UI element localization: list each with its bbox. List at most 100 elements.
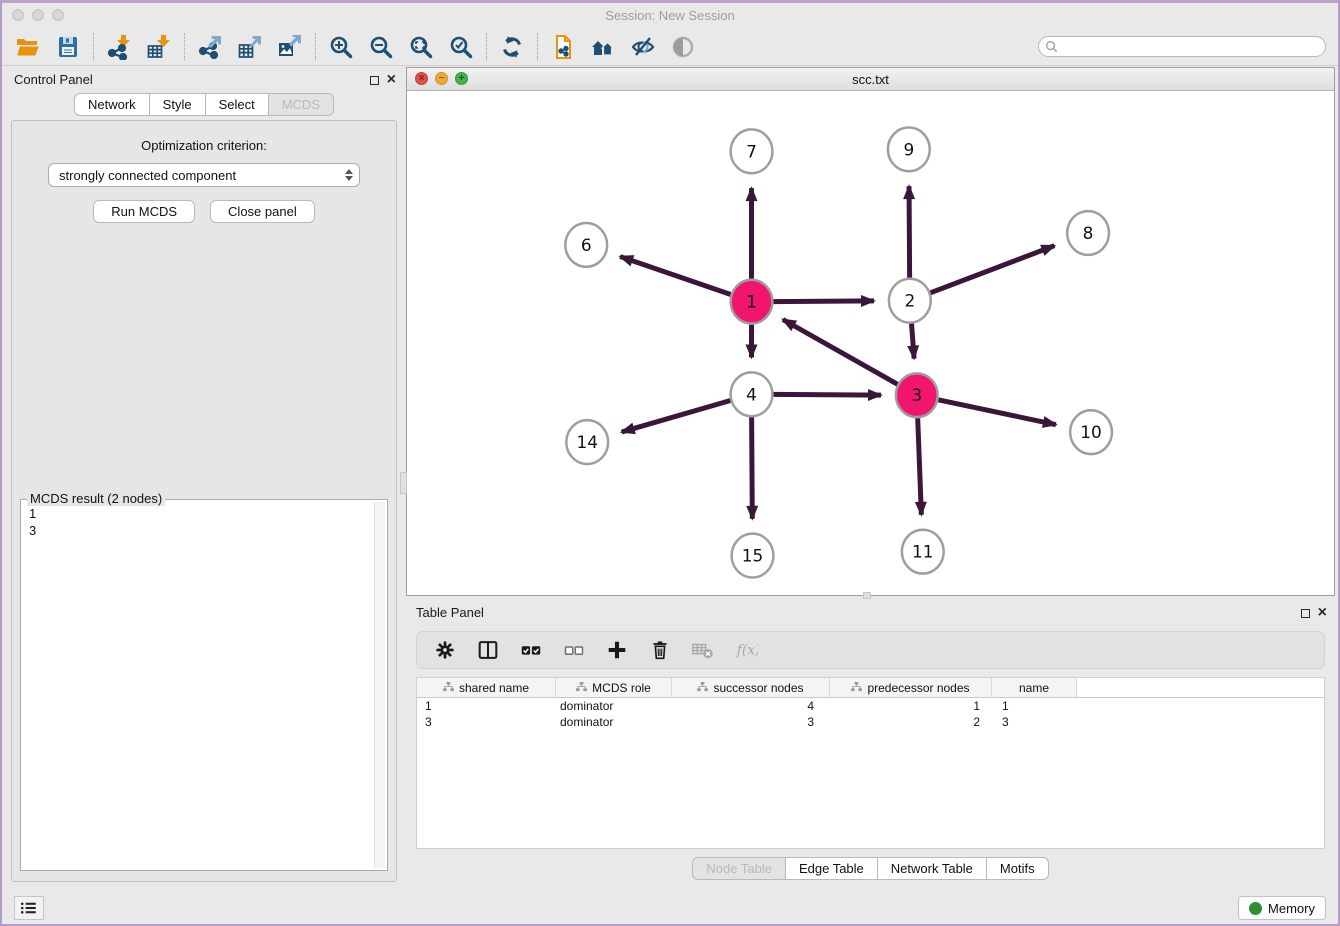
table-cell[interactable]: 3 xyxy=(992,714,1077,730)
save-session-icon[interactable] xyxy=(54,33,82,61)
table-cell[interactable]: 2 xyxy=(830,714,992,730)
close-window-icon[interactable] xyxy=(12,9,24,21)
column-header-predecessor-nodes[interactable]: predecessor nodes xyxy=(830,678,992,697)
network-maximize-icon[interactable]: + xyxy=(455,72,468,85)
zoom-selected-icon[interactable] xyxy=(447,33,475,61)
result-scrollbar[interactable] xyxy=(374,502,385,868)
edge-3-1[interactable] xyxy=(783,320,898,385)
select-all-icon[interactable] xyxy=(518,637,544,663)
table-tab-network-table[interactable]: Network Table xyxy=(877,857,987,880)
float-panel-icon[interactable] xyxy=(370,76,379,85)
graph-node-3[interactable]: 3 xyxy=(896,373,938,417)
edge-3-10[interactable] xyxy=(938,400,1056,425)
tab-network[interactable]: Network xyxy=(74,93,150,116)
table-cell[interactable]: 1 xyxy=(417,698,556,714)
edge-3-11[interactable] xyxy=(918,418,922,515)
table-cell[interactable]: 4 xyxy=(672,698,830,714)
graph-node-4[interactable]: 4 xyxy=(731,372,773,416)
graph-node-11[interactable]: 11 xyxy=(902,530,944,574)
column-header-successor-nodes[interactable]: successor nodes xyxy=(672,678,830,697)
run-mcds-button[interactable]: Run MCDS xyxy=(93,200,195,223)
export-image-icon[interactable] xyxy=(276,33,304,61)
network-graph[interactable]: 1 2 3 4 6 7 8 9 10 11 14 15 xyxy=(407,92,1334,595)
delete-column-icon[interactable] xyxy=(647,637,673,663)
task-history-button[interactable] xyxy=(14,896,44,920)
table-row[interactable]: 3dominator323 xyxy=(417,714,1324,730)
graph-node-14[interactable]: 14 xyxy=(566,420,608,464)
graph-node-9[interactable]: 9 xyxy=(888,127,930,171)
table-cell[interactable]: dominator xyxy=(556,714,672,730)
duplicate-network-icon[interactable] xyxy=(549,33,577,61)
svg-text:7: 7 xyxy=(746,141,757,161)
table-toolbar: f(x) xyxy=(416,631,1325,669)
table-cell[interactable]: 3 xyxy=(417,714,556,730)
network-minimize-icon[interactable]: − xyxy=(435,72,448,85)
import-network-icon[interactable] xyxy=(105,33,133,61)
window-traffic-lights[interactable] xyxy=(12,9,64,21)
edge-4-14[interactable] xyxy=(622,400,731,432)
close-table-panel-icon[interactable]: × xyxy=(1318,608,1327,618)
table-cell[interactable]: 1 xyxy=(992,698,1077,714)
column-header-MCDS-role[interactable]: MCDS role xyxy=(556,678,672,697)
table-cell[interactable]: 1 xyxy=(830,698,992,714)
maximize-window-icon[interactable] xyxy=(52,9,64,21)
app-title: Session: New Session xyxy=(2,3,1338,28)
search-input[interactable] xyxy=(1038,36,1326,57)
mcds-result-text[interactable]: 1 3 xyxy=(24,503,373,867)
table-tab-motifs[interactable]: Motifs xyxy=(986,857,1049,880)
memory-button[interactable]: Memory xyxy=(1238,896,1326,920)
memory-label: Memory xyxy=(1268,901,1315,916)
edge-1-6[interactable] xyxy=(620,257,731,295)
splitter-grip-vertical[interactable] xyxy=(400,472,407,494)
tab-style[interactable]: Style xyxy=(149,93,206,116)
table-cell[interactable]: 3 xyxy=(672,714,830,730)
graph-node-1[interactable]: 1 xyxy=(731,280,773,324)
table-row[interactable]: 1dominator411 xyxy=(417,698,1324,714)
table-cell[interactable]: dominator xyxy=(556,698,672,714)
import-table-icon[interactable] xyxy=(145,33,173,61)
minimize-window-icon[interactable] xyxy=(32,9,44,21)
first-neighbors-icon[interactable] xyxy=(589,33,617,61)
edge-4-3[interactable] xyxy=(773,394,881,395)
column-header-name[interactable]: name xyxy=(992,678,1077,697)
export-network-icon[interactable] xyxy=(196,33,224,61)
hide-selected-icon[interactable] xyxy=(629,33,657,61)
tab-select[interactable]: Select xyxy=(205,93,269,116)
close-panel-icon[interactable]: × xyxy=(387,75,396,85)
tab-mcds[interactable]: MCDS xyxy=(268,93,334,116)
graph-node-6[interactable]: 6 xyxy=(565,223,607,267)
graph-node-7[interactable]: 7 xyxy=(731,129,773,173)
edge-2-8[interactable] xyxy=(930,246,1054,293)
graph-node-8[interactable]: 8 xyxy=(1067,211,1109,255)
deselect-all-icon[interactable] xyxy=(561,637,587,663)
graph-node-10[interactable]: 10 xyxy=(1070,410,1112,454)
optimization-criterion-select[interactable]: strongly connected component xyxy=(48,163,360,187)
split-view-icon[interactable] xyxy=(475,637,501,663)
tree-icon xyxy=(576,681,587,695)
graph-node-15[interactable]: 15 xyxy=(732,534,774,578)
column-header-shared-name[interactable]: shared name xyxy=(417,678,556,697)
edge-4-15[interactable] xyxy=(752,417,753,519)
graph-node-2[interactable]: 2 xyxy=(889,279,931,323)
show-hidden-icon[interactable] xyxy=(669,33,697,61)
open-session-icon[interactable] xyxy=(14,33,42,61)
network-canvas[interactable]: 1 2 3 4 6 7 8 9 10 11 14 15 xyxy=(407,92,1334,595)
table-tab-node-table[interactable]: Node Table xyxy=(692,857,786,880)
network-window-titlebar[interactable]: × − + scc.txt xyxy=(407,68,1334,91)
table-tab-edge-table[interactable]: Edge Table xyxy=(785,857,878,880)
edge-2-9[interactable] xyxy=(909,186,910,278)
float-table-panel-icon[interactable] xyxy=(1301,609,1310,618)
add-column-icon[interactable] xyxy=(604,637,630,663)
zoom-in-icon[interactable] xyxy=(327,33,355,61)
zoom-fit-icon[interactable] xyxy=(407,33,435,61)
zoom-out-icon[interactable] xyxy=(367,33,395,61)
edge-1-2[interactable] xyxy=(773,301,874,302)
close-panel-button[interactable]: Close panel xyxy=(210,200,315,223)
splitter-grip-horizontal[interactable] xyxy=(863,592,871,599)
export-table-icon[interactable] xyxy=(236,33,264,61)
refresh-view-icon[interactable] xyxy=(498,33,526,61)
network-close-icon[interactable]: × xyxy=(415,72,428,85)
settings-icon[interactable] xyxy=(432,637,458,663)
main-area: Control Panel × NetworkStyleSelectMCDS O… xyxy=(2,67,1338,890)
edge-2-3[interactable] xyxy=(912,323,915,358)
